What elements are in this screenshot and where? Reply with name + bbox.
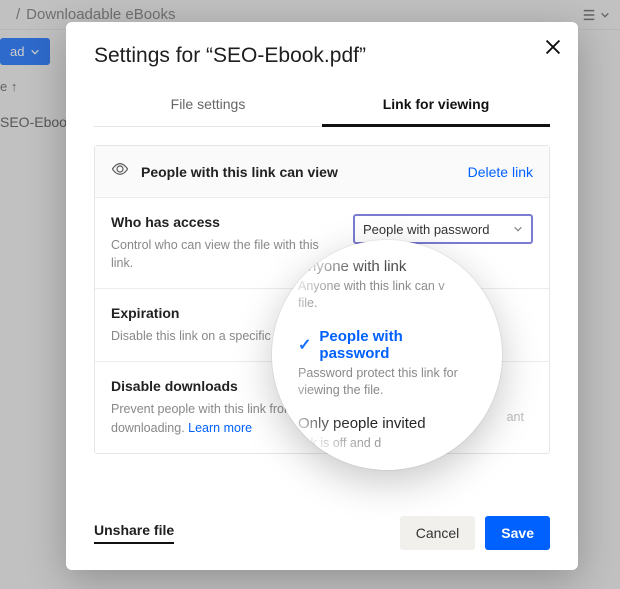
chevron-down-icon [513, 222, 523, 237]
option-invited-title: Only people invited [298, 415, 476, 432]
option-anyone-title: Anyone with link [298, 258, 476, 275]
access-selected: People with password [363, 222, 489, 237]
learn-more-link[interactable]: Learn more [188, 421, 252, 435]
check-icon: ✓ [298, 335, 311, 355]
unshare-file[interactable]: Unshare file [94, 522, 174, 544]
access-label: Who has access [111, 214, 333, 230]
eye-icon [111, 160, 129, 183]
close-icon [542, 36, 564, 58]
save-button[interactable]: Save [485, 516, 550, 550]
delete-link[interactable]: Delete link [468, 164, 533, 180]
option-invited-desc: link is off and d [298, 435, 476, 452]
tab-bar: File settings Link for viewing [94, 86, 550, 127]
access-sub: Control who can view the file with this … [111, 236, 321, 272]
option-anyone-desc: Anyone with this link can vfile. [298, 278, 476, 312]
overflow-text: ant [507, 410, 524, 424]
option-password[interactable]: ✓ People with password Password protect … [294, 320, 480, 407]
modal-footer: Unshare file Cancel Save [94, 502, 550, 550]
dropdown-magnified: Anyone with link Anyone with this link c… [272, 240, 502, 470]
option-password-title: People with password [319, 328, 476, 362]
close-button[interactable] [542, 36, 564, 58]
tab-link-viewing[interactable]: Link for viewing [322, 86, 550, 127]
panel-head-text: People with this link can view [141, 164, 338, 180]
option-anyone[interactable]: Anyone with link Anyone with this link c… [294, 250, 480, 320]
option-password-desc: Password protect this link for viewing t… [298, 365, 476, 399]
tab-file-settings[interactable]: File settings [94, 86, 322, 126]
panel-header: People with this link can view Delete li… [95, 146, 549, 198]
cancel-button[interactable]: Cancel [400, 516, 476, 550]
modal-title: Settings for “SEO-Ebook.pdf” [94, 44, 550, 68]
